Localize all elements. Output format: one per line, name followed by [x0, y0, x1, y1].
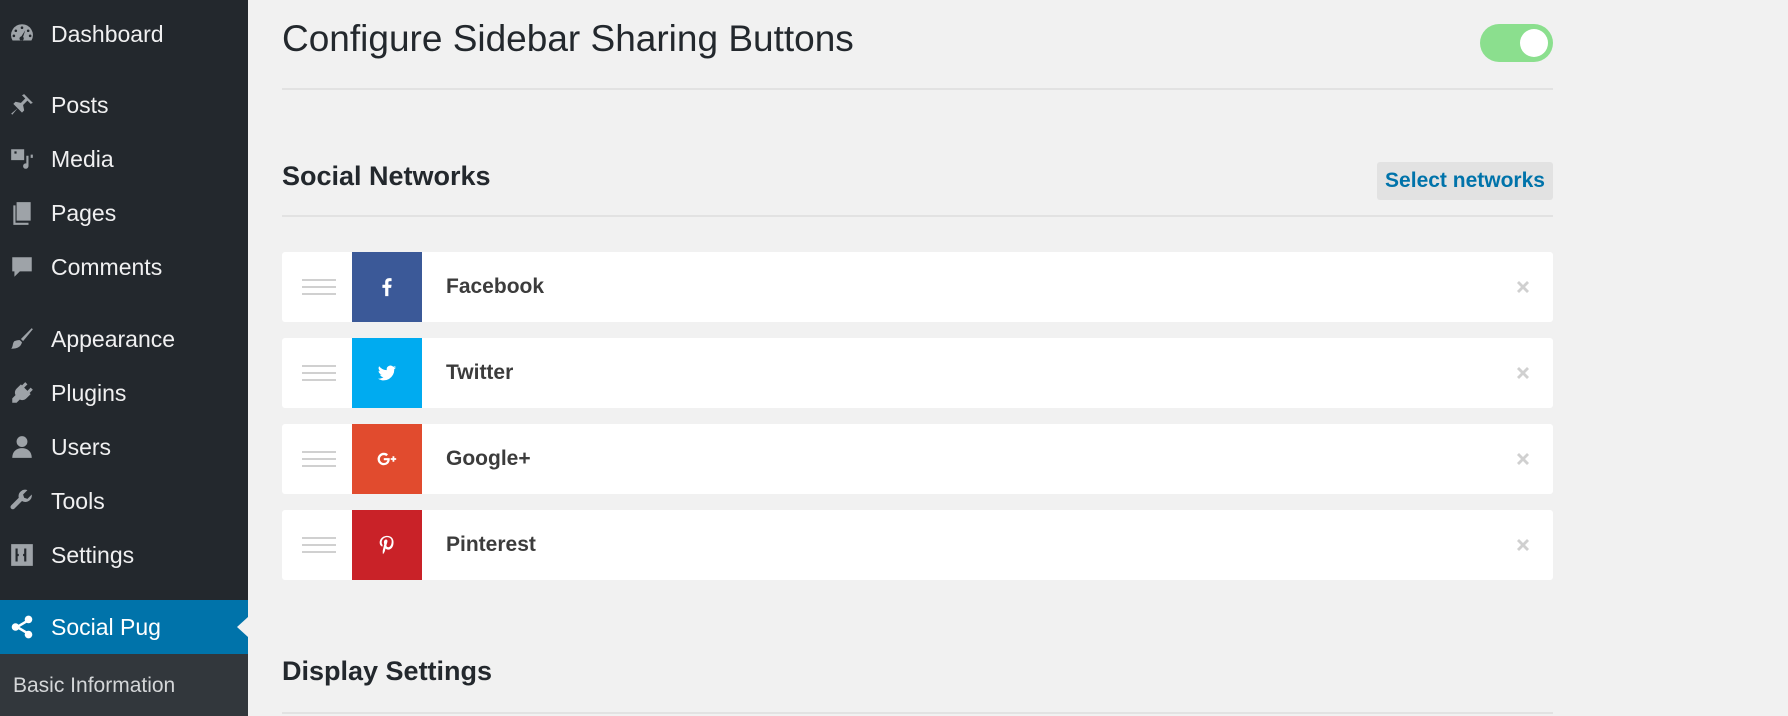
pinterest-icon — [352, 510, 422, 580]
sidebar-item-label: Posts — [51, 91, 109, 118]
sidebar-item-pages[interactable]: Pages — [0, 188, 248, 238]
sidebar-item-appearance[interactable]: Appearance — [0, 314, 248, 364]
drag-handle[interactable] — [302, 537, 336, 553]
sidebar-item-settings[interactable]: Settings — [0, 530, 248, 580]
sidebar-item-label: Settings — [51, 541, 135, 568]
plugin-icon — [8, 379, 36, 407]
drag-handle[interactable] — [302, 279, 336, 295]
sidebar-item-plugins[interactable]: Plugins — [0, 368, 248, 418]
sidebar-item-tools[interactable]: Tools — [0, 476, 248, 526]
remove-icon[interactable] — [1513, 363, 1533, 383]
comment-icon — [8, 253, 36, 281]
remove-icon[interactable] — [1513, 535, 1533, 555]
sidebar-item-media[interactable]: Media — [0, 134, 248, 184]
active-indicator — [237, 617, 248, 637]
facebook-icon — [352, 252, 422, 322]
pages-icon — [8, 199, 36, 227]
sidebar-item-users[interactable]: Users — [0, 422, 248, 472]
sidebar-item-label: Social Pug — [51, 613, 161, 640]
remove-icon[interactable] — [1513, 449, 1533, 469]
sidebar-item-posts[interactable]: Posts — [0, 80, 248, 130]
sidebar-item-label: Pages — [51, 199, 117, 226]
toggle-knob — [1520, 29, 1548, 57]
network-name: Twitter — [446, 361, 514, 384]
divider — [282, 215, 1553, 217]
page-title: Configure Sidebar Sharing Buttons — [282, 18, 854, 59]
section-title-social-networks: Social Networks — [282, 161, 491, 191]
dashboard-icon — [8, 20, 36, 48]
drag-handle[interactable] — [302, 451, 336, 467]
network-name: Pinterest — [446, 533, 536, 556]
network-name: Google+ — [446, 447, 531, 470]
network-row-google-plus: Google+ — [282, 424, 1553, 494]
network-row-pinterest: Pinterest — [282, 510, 1553, 580]
sidebar-item-label: Appearance — [51, 325, 176, 352]
admin-sidebar: Dashboard Posts Media Pages Comments App… — [0, 0, 248, 716]
sidebar-item-label: Comments — [51, 253, 163, 280]
sidebar-item-label: Dashboard — [51, 20, 164, 47]
drag-handle[interactable] — [302, 365, 336, 381]
network-name: Facebook — [446, 275, 545, 298]
enable-toggle[interactable] — [1480, 24, 1553, 62]
divider — [282, 712, 1553, 714]
sidebar-item-dashboard[interactable]: Dashboard — [0, 9, 248, 59]
submenu-item-label: Basic Information — [13, 674, 176, 697]
sidebar-item-label: Media — [51, 145, 114, 172]
sidebar-item-label: Tools — [51, 487, 105, 514]
wrench-icon — [8, 487, 36, 515]
sidebar-item-label: Plugins — [51, 379, 127, 406]
network-row-facebook: Facebook — [282, 252, 1553, 322]
sidebar-item-label: Users — [51, 433, 112, 460]
submenu-basic-information[interactable]: Basic Information — [0, 654, 248, 716]
pushpin-icon — [8, 91, 36, 119]
google-plus-icon — [352, 424, 422, 494]
share-icon — [8, 613, 36, 641]
user-icon — [8, 433, 36, 461]
select-networks-button[interactable]: Select networks — [1377, 162, 1553, 200]
network-row-twitter: Twitter — [282, 338, 1553, 408]
sidebar-item-comments[interactable]: Comments — [0, 242, 248, 292]
remove-icon[interactable] — [1513, 277, 1533, 297]
sidebar-item-social-pug[interactable]: Social Pug — [0, 600, 248, 654]
twitter-icon — [352, 338, 422, 408]
paintbrush-icon — [8, 325, 36, 353]
settings-icon — [8, 541, 36, 569]
media-icon — [8, 145, 36, 173]
divider — [282, 88, 1553, 90]
section-title-display-settings: Display Settings — [282, 656, 493, 686]
